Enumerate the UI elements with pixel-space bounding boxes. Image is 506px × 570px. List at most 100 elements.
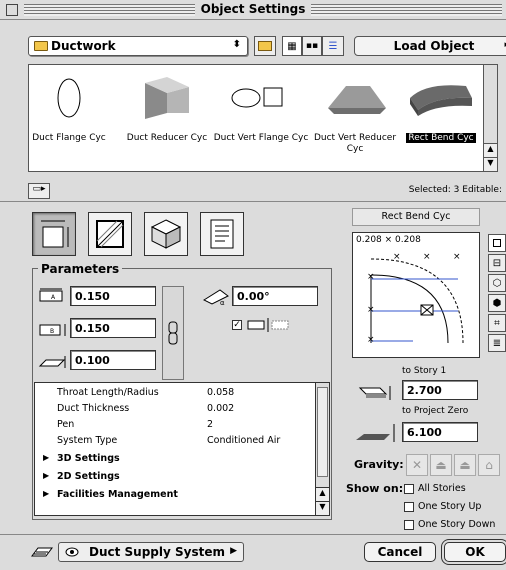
param-name: Throat Length/Radius — [57, 387, 159, 398]
view-front-button[interactable]: ⊟ — [488, 254, 506, 272]
scroll-up-arrow[interactable]: ▲ — [484, 143, 497, 157]
load-object-button[interactable]: Load Object ▸ — [354, 36, 506, 56]
view-section-button[interactable]: ⌗ — [488, 314, 506, 332]
ok-button[interactable]: OK — [444, 542, 506, 562]
cube-icon — [150, 219, 182, 249]
section-name: 2D Settings — [57, 471, 120, 482]
angle-icon: α — [200, 286, 230, 309]
library-object-item[interactable]: Duct Reducer Cyc — [117, 71, 217, 144]
gravity-slab-top-button[interactable]: ⏏ — [430, 454, 452, 476]
floor-plan-page-button[interactable] — [88, 212, 132, 256]
title-bar[interactable]: Object Settings — [0, 0, 506, 20]
gravity-roof-icon: ⌂ — [485, 458, 493, 472]
library-object-name: Rect Bend Cyc — [406, 133, 476, 143]
svg-text:×: × — [367, 335, 375, 345]
scroll-up-arrow[interactable]: ▲ — [316, 487, 329, 501]
layer-popup[interactable]: Duct Supply System ▶ — [58, 542, 244, 562]
svg-text:α: α — [220, 299, 225, 306]
object-settings-window: Object Settings Ductwork ⬍ ▦ ▪▪ ☰ Load O… — [0, 0, 506, 570]
width-b-field[interactable]: 0.150 — [70, 318, 156, 338]
popup-arrows-icon: ⬍ — [232, 39, 241, 50]
options-popup[interactable]: ▭▸ — [28, 183, 50, 199]
listing-page-button[interactable] — [200, 212, 244, 256]
preview-window: 0.208 × 0.208 × × × × × × — [352, 232, 480, 358]
parameter-list[interactable]: Throat Length/Radius 0.058 Duct Thickness… — [34, 382, 330, 516]
link-dimensions-button[interactable] — [162, 286, 184, 380]
gravity-bottom-icon: ⏏ — [459, 458, 471, 472]
duct-flange-thumbnail — [19, 71, 119, 125]
param-name: Duct Thickness — [57, 403, 130, 414]
parameter-list-scrollbar[interactable]: ▲ ▼ — [315, 383, 329, 515]
gravity-slab-bottom-button[interactable]: ⏏ — [454, 454, 476, 476]
parameters-page-button[interactable] — [32, 212, 76, 256]
model-page-button[interactable] — [144, 212, 188, 256]
view-plan-button[interactable] — [488, 234, 506, 252]
param-name: Pen — [57, 419, 75, 430]
library-object-name: Duct Reducer Cyc — [126, 133, 208, 143]
all-stories-checkbox[interactable] — [404, 484, 414, 494]
mirror-icon — [246, 318, 290, 335]
library-folder-popup[interactable]: Ductwork ⬍ — [28, 36, 248, 56]
gravity-roof-button[interactable]: ⌂ — [478, 454, 500, 476]
param-value: 2 — [207, 419, 214, 430]
bottom-separator — [0, 534, 506, 535]
info-list-icon: ≣ — [492, 337, 502, 349]
one-story-down-checkbox[interactable] — [404, 520, 414, 530]
disclosure-triangle-icon[interactable]: ▶ — [43, 453, 49, 462]
small-icon-view-button[interactable]: ▪▪ — [302, 36, 322, 56]
eye-icon — [65, 547, 79, 557]
show-on-label: Show on: — [346, 482, 404, 495]
to-project-zero-label: to Project Zero — [402, 406, 469, 416]
duct-vert-flange-thumbnail — [211, 71, 311, 125]
scroll-down-arrow[interactable]: ▼ — [484, 157, 497, 171]
small-icons-icon: ▪▪ — [305, 41, 319, 51]
elevation-to-story-field[interactable]: 2.700 — [402, 380, 478, 400]
cancel-button[interactable]: Cancel — [364, 542, 436, 562]
scroll-down-arrow[interactable]: ▼ — [316, 501, 329, 515]
all-stories-label: All Stories — [418, 483, 466, 494]
list-view-icon: ☰ — [328, 40, 338, 52]
cancel-label: Cancel — [377, 545, 423, 559]
param-value: 0.002 — [207, 403, 235, 414]
disclosure-triangle-icon[interactable]: ▶ — [43, 471, 49, 480]
library-object-item[interactable]: Duct Flange Cyc — [19, 71, 119, 144]
floor-plan-page-icon — [96, 220, 124, 248]
param-name: System Type — [57, 435, 118, 446]
square-icon — [493, 239, 501, 247]
scroll-thumb[interactable] — [317, 387, 328, 477]
one-story-down-label: One Story Down — [418, 519, 496, 530]
svg-text:×: × — [453, 252, 461, 262]
parameters-title: Parameters — [38, 262, 123, 276]
duct-reducer-thumbnail — [117, 71, 217, 125]
angle-field[interactable]: 0.00° — [232, 286, 318, 306]
panel-menu-icon: ▭▸ — [32, 184, 46, 194]
list-view-button[interactable]: ☰ — [322, 36, 344, 56]
mirror-checkbox[interactable]: ✓ — [232, 320, 242, 330]
object-browser-scrollbar[interactable]: ▲ ▼ — [483, 65, 497, 171]
folder-icon — [34, 41, 48, 51]
large-icon-view-button[interactable]: ▦ — [282, 36, 302, 56]
parent-folder-button[interactable] — [254, 36, 276, 56]
to-story-label: to Story 1 — [402, 366, 447, 376]
width-a-field[interactable]: 0.150 — [70, 286, 156, 306]
elevation-story-icon — [354, 380, 398, 405]
svg-text:×: × — [367, 272, 375, 282]
listing-icon — [210, 219, 234, 249]
library-object-item[interactable]: Rect Bend Cyc — [391, 71, 491, 144]
one-story-up-checkbox[interactable] — [404, 502, 414, 512]
rect-bend-thumbnail — [391, 71, 491, 125]
view-info-button[interactable]: ≣ — [488, 334, 506, 352]
elevation-to-project-zero-field[interactable]: 6.100 — [402, 422, 478, 442]
library-object-item[interactable]: Duct Vert Flange Cyc — [211, 71, 311, 144]
disclosure-triangle-icon[interactable]: ▶ — [43, 489, 49, 498]
selected-editable-info: Selected: 3 Editable: — [408, 185, 502, 195]
preview-plan-drawing: × × × × × × — [367, 252, 464, 345]
shaded-cube-icon: ⬢ — [492, 297, 502, 309]
layer-popup-label: Duct Supply System — [89, 545, 225, 559]
view-3d-shaded-button[interactable]: ⬢ — [488, 294, 506, 312]
library-object-item[interactable]: Duct Vert Reducer Cyc — [305, 71, 405, 155]
height-field[interactable]: 0.100 — [70, 350, 156, 370]
object-browser[interactable]: Duct Flange Cyc Duct Reducer Cyc Duct Ve… — [28, 64, 498, 172]
view-3d-wire-button[interactable]: ⬡ — [488, 274, 506, 292]
gravity-none-button[interactable]: ✕ — [406, 454, 428, 476]
